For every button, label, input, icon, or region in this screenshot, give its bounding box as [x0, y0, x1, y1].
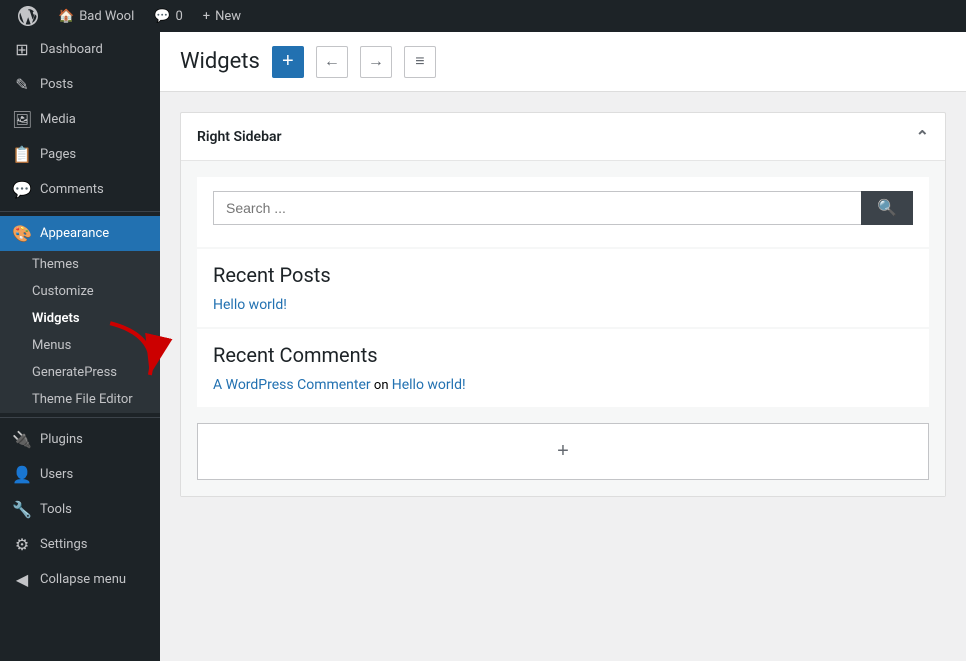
submenu-label-theme-file-editor: Theme File Editor	[32, 392, 133, 407]
plugins-icon: 🔌	[12, 430, 32, 449]
redo-icon: →	[368, 53, 384, 71]
right-sidebar-panel: Right Sidebar ⌃ 🔍	[180, 112, 946, 497]
plus-icon: +	[203, 9, 210, 24]
submenu-label-themes: Themes	[32, 257, 79, 272]
recent-posts-widget: Recent Posts Hello world!	[197, 249, 929, 327]
admin-bar: 🏠 Bad Wool 💬 0 + New	[0, 0, 966, 32]
comment-count: 0	[175, 9, 182, 24]
comments-icon: 💬	[12, 180, 32, 199]
sidebar-item-users[interactable]: 👤 Users	[0, 457, 160, 492]
search-widget-form: 🔍	[213, 191, 913, 225]
panel-title: Right Sidebar	[197, 129, 282, 145]
submenu-item-widgets[interactable]: Widgets	[0, 305, 160, 332]
settings-icon: ⚙	[12, 535, 32, 554]
widgets-area: Right Sidebar ⌃ 🔍	[160, 92, 966, 661]
appearance-submenu: Themes Customize Widgets Menus GenerateP…	[0, 251, 160, 413]
sidebar-divider	[0, 211, 160, 212]
wp-logo-link[interactable]	[8, 0, 48, 32]
collapse-panel-button[interactable]: ⌃	[916, 127, 929, 146]
sidebar-label-appearance: Appearance	[40, 226, 109, 241]
sidebar-label-comments: Comments	[40, 182, 104, 197]
sidebar-label-pages: Pages	[40, 147, 76, 162]
more-options-button[interactable]: ≡	[404, 46, 436, 78]
search-widget: 🔍	[197, 177, 929, 247]
sidebar-item-tools[interactable]: 🔧 Tools	[0, 492, 160, 527]
main-content: Widgets + ← → ≡ Right Sidebar ⌃	[160, 32, 966, 661]
recent-comments-title: Recent Comments	[213, 343, 913, 367]
sidebar-label-collapse: Collapse menu	[40, 572, 126, 587]
sidebar-item-appearance[interactable]: 🎨 Appearance	[0, 216, 160, 251]
sidebar-label-tools: Tools	[40, 502, 72, 517]
sidebar-label-posts: Posts	[40, 77, 73, 92]
search-button[interactable]: 🔍	[861, 191, 913, 225]
sidebar-divider-2	[0, 417, 160, 418]
new-label: New	[215, 9, 241, 24]
redo-button[interactable]: →	[360, 46, 392, 78]
undo-button[interactable]: ←	[316, 46, 348, 78]
submenu-item-themes[interactable]: Themes	[0, 251, 160, 278]
submenu-label-customize: Customize	[32, 284, 94, 299]
new-link[interactable]: + New	[193, 0, 251, 32]
page-header: Widgets + ← → ≡	[160, 32, 966, 92]
sidebar-item-comments[interactable]: 💬 Comments	[0, 172, 160, 207]
dashboard-icon: ⊞	[12, 40, 32, 59]
plus-icon: +	[282, 50, 294, 73]
sidebar-label-media: Media	[40, 112, 76, 127]
users-icon: 👤	[12, 465, 32, 484]
sidebar-item-settings[interactable]: ⚙ Settings	[0, 527, 160, 562]
comment-icon: 💬	[154, 9, 170, 24]
more-icon: ≡	[415, 53, 424, 71]
sidebar-item-collapse[interactable]: ◀ Collapse menu	[0, 562, 160, 597]
add-widget-block-button[interactable]: +	[272, 46, 304, 78]
site-name-link[interactable]: 🏠 Bad Wool	[48, 0, 144, 32]
submenu-item-menus[interactable]: Menus	[0, 332, 160, 359]
sidebar: ⊞ Dashboard ✎ Posts 🖼 Media 📋 Pages 💬 Co…	[0, 32, 160, 661]
plus-icon: +	[557, 440, 569, 463]
add-new-widget-button[interactable]: +	[197, 423, 929, 480]
sidebar-item-pages[interactable]: 📋 Pages	[0, 137, 160, 172]
appearance-icon: 🎨	[12, 224, 32, 243]
undo-icon: ←	[324, 53, 340, 71]
search-icon: 🔍	[877, 200, 897, 217]
house-icon: 🏠	[58, 9, 74, 24]
submenu-label-widgets: Widgets	[32, 311, 80, 326]
page-title: Widgets	[180, 49, 260, 74]
on-word: on	[374, 378, 389, 393]
comment-entry: A WordPress Commenter on Hello world!	[213, 377, 913, 393]
sidebar-item-posts[interactable]: ✎ Posts	[0, 67, 160, 102]
submenu-item-customize[interactable]: Customize	[0, 278, 160, 305]
submenu-item-generatepress[interactable]: GeneratePress	[0, 359, 160, 386]
tools-icon: 🔧	[12, 500, 32, 519]
commented-post-link[interactable]: Hello world!	[392, 377, 466, 393]
commenter-link[interactable]: A WordPress Commenter	[213, 377, 371, 393]
sidebar-item-dashboard[interactable]: ⊞ Dashboard	[0, 32, 160, 67]
recent-comments-widget: Recent Comments A WordPress Commenter on…	[197, 329, 929, 407]
collapse-icon: ◀	[12, 570, 32, 589]
widget-content: 🔍 Recent Posts Hello world! Recent Comme…	[181, 161, 945, 496]
search-input[interactable]	[213, 191, 861, 225]
comments-link[interactable]: 💬 0	[144, 0, 193, 32]
sidebar-label-dashboard: Dashboard	[40, 42, 103, 57]
site-name: Bad Wool	[79, 9, 134, 24]
sidebar-label-users: Users	[40, 467, 73, 482]
panel-header: Right Sidebar ⌃	[181, 113, 945, 161]
submenu-item-theme-file-editor[interactable]: Theme File Editor	[0, 386, 160, 413]
pages-icon: 📋	[12, 145, 32, 164]
sidebar-label-settings: Settings	[40, 537, 87, 552]
recent-posts-title: Recent Posts	[213, 263, 913, 287]
sidebar-item-plugins[interactable]: 🔌 Plugins	[0, 422, 160, 457]
recent-post-link-0[interactable]: Hello world!	[213, 297, 287, 313]
sidebar-item-media[interactable]: 🖼 Media	[0, 102, 160, 137]
media-icon: 🖼	[12, 110, 32, 129]
sidebar-label-plugins: Plugins	[40, 432, 83, 447]
submenu-label-menus: Menus	[32, 338, 71, 353]
posts-icon: ✎	[12, 75, 32, 94]
submenu-label-generatepress: GeneratePress	[32, 365, 117, 380]
